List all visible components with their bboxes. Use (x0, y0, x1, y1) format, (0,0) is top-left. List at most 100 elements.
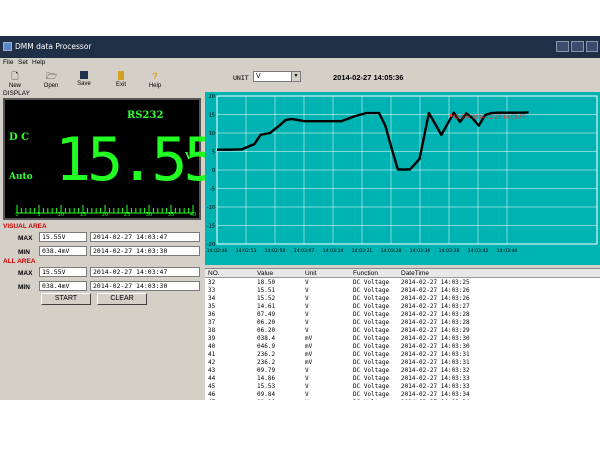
table-row[interactable]: 45 15.53 V DC Voltage 2014-02-27 14:03:33 (205, 383, 600, 391)
table-cell: 2014-02-27 14:03:33 (401, 383, 470, 390)
table-row[interactable]: 42 236.2 mV DC Voltage 2014-02-27 14:03:31 (205, 359, 600, 367)
table-row[interactable]: 41 236.2 mV DC Voltage 2014-02-27 14:03:31 (205, 351, 600, 359)
table-row[interactable]: 37 06.20 V DC Voltage 2014-02-27 14:03:28 (205, 319, 600, 327)
all-min-value: 038.4mV (39, 281, 87, 291)
table-cell: 15.51 (257, 287, 276, 294)
table-row[interactable]: 33 15.51 V DC Voltage 2014-02-27 14:03:26 (205, 287, 600, 295)
app-icon (3, 42, 12, 51)
table-row[interactable]: 38 06.20 V DC Voltage 2014-02-27 14:03:29 (205, 327, 600, 335)
table-cell: mV (305, 351, 313, 358)
table-row[interactable]: 44 14.86 V DC Voltage 2014-02-27 14:03:33 (205, 375, 600, 383)
y-tick-label: -20 (207, 242, 215, 248)
scale-label: 10 (58, 212, 64, 217)
open-button[interactable]: 🗁 Open (40, 68, 62, 96)
table-cell: mV (305, 359, 313, 366)
table-cell: 43 (208, 367, 216, 374)
y-tick-label: -5 (210, 187, 215, 193)
table-cell: 2014-02-27 14:03:34 (401, 399, 470, 400)
table-cell: 40 (208, 343, 216, 350)
table-cell: 236.2 (257, 359, 276, 366)
table-cell: 09.84 (257, 391, 276, 398)
help-label: Help (148, 83, 162, 89)
table-cell: 38 (208, 327, 216, 334)
save-button[interactable]: Save (73, 68, 95, 96)
table-cell: V (305, 295, 309, 302)
table-cell: DC Voltage (353, 303, 390, 310)
col-unit: Unit (305, 270, 317, 277)
col-datetime: DateTime (401, 270, 429, 277)
col-value: Value (257, 270, 274, 277)
table-cell: V (305, 279, 309, 286)
clock-display: 2014-02-27 14:05:36 (333, 73, 404, 82)
table-cell: DC Voltage (353, 335, 390, 342)
unit-label: UNIT (233, 74, 249, 82)
table-cell: DC Voltage (353, 343, 390, 350)
table-cell: DC Voltage (353, 327, 390, 334)
maximize-button[interactable] (571, 41, 584, 52)
y-tick-label: 20 (209, 94, 215, 100)
table-cell: 35 (208, 303, 216, 310)
table-cell: 2014-02-27 14:03:31 (401, 359, 470, 366)
new-label: New (8, 83, 21, 89)
table-cell: DC Voltage (353, 367, 390, 374)
table-cell: 39 (208, 335, 216, 342)
table-cell: DC Voltage (353, 295, 390, 302)
table-cell: V (305, 327, 309, 334)
unit-select[interactable]: V ▼ (253, 71, 301, 82)
table-row[interactable]: 35 14.61 V DC Voltage 2014-02-27 14:03:27 (205, 303, 600, 311)
table-cell: DC Voltage (353, 311, 390, 318)
unit-select-value: V (256, 73, 261, 80)
minimize-button[interactable] (556, 41, 569, 52)
x-tick-label: 14:03:38 (439, 248, 460, 254)
table-row[interactable]: 47 08.86 V DC Voltage 2014-02-27 14:03:34 (205, 399, 600, 400)
table-cell: 45 (208, 383, 216, 390)
x-tick-label: 14:03:14 (323, 248, 344, 254)
x-tick-label: 14:03:21 (352, 248, 373, 254)
table-cell: 236.2 (257, 351, 276, 358)
scale-label: 35 (168, 212, 174, 217)
table-cell: 2014-02-27 14:03:31 (401, 351, 470, 358)
table-cell: 2014-02-27 14:03:33 (401, 375, 470, 382)
table-cell: V (305, 367, 309, 374)
table-row[interactable]: 43 09.79 V DC Voltage 2014-02-27 14:03:32 (205, 367, 600, 375)
chevron-down-icon[interactable]: ▼ (291, 72, 300, 81)
table-row[interactable]: 32 18.50 V DC Voltage 2014-02-27 14:03:25 (205, 279, 600, 287)
start-button[interactable]: START (41, 293, 91, 305)
table-cell: 2014-02-27 14:03:32 (401, 367, 470, 374)
close-button[interactable] (586, 41, 598, 52)
menu-set[interactable]: Set (18, 59, 28, 66)
table-cell: DC Voltage (353, 391, 390, 398)
display-label: DISPLAY (3, 90, 30, 97)
clear-button[interactable]: CLEAR (97, 293, 147, 305)
table-row[interactable]: 39 038.4 mV DC Voltage 2014-02-27 14:03:30 (205, 335, 600, 343)
table-row[interactable]: 36 07.49 V DC Voltage 2014-02-27 14:03:28 (205, 311, 600, 319)
table-cell: 32 (208, 279, 216, 286)
exit-door-icon (118, 71, 124, 80)
table-cell: V (305, 375, 309, 382)
menu-help[interactable]: Help (32, 59, 45, 66)
help-question-icon: ? (152, 71, 158, 81)
table-cell: 2014-02-27 14:03:28 (401, 311, 470, 318)
visual-max-value: 15.55V (39, 232, 87, 242)
table-cell: 2014-02-27 14:03:29 (401, 327, 470, 334)
help-button[interactable]: ? Help (144, 68, 166, 96)
exit-button[interactable]: Exit (110, 68, 132, 96)
table-row[interactable]: 46 09.84 V DC Voltage 2014-02-27 14:03:34 (205, 391, 600, 399)
all-min-time: 2014-02-27 14:03:30 (90, 281, 200, 291)
col-function: Function (353, 270, 378, 277)
table-cell: DC Voltage (353, 287, 390, 294)
table-cell: 36 (208, 311, 216, 318)
table-cell: 15.52 (257, 295, 276, 302)
table-cell: mV (305, 335, 313, 342)
table-cell: V (305, 303, 309, 310)
scale-label: 20 (102, 212, 108, 217)
table-cell: 038.4 (257, 335, 276, 342)
table-cell: 2014-02-27 14:03:30 (401, 343, 470, 350)
visual-min-label: MIN (18, 249, 30, 256)
table-row[interactable]: 40 046.9 mV DC Voltage 2014-02-27 14:03:30 (205, 343, 600, 351)
table-row[interactable]: 34 15.52 V DC Voltage 2014-02-27 14:03:26 (205, 295, 600, 303)
menu-file[interactable]: File (3, 59, 13, 66)
visual-min-value: 038.4mV (39, 246, 87, 256)
x-tick-label: 14:03:07 (294, 248, 315, 254)
all-max-value: 15.55V (39, 267, 87, 277)
